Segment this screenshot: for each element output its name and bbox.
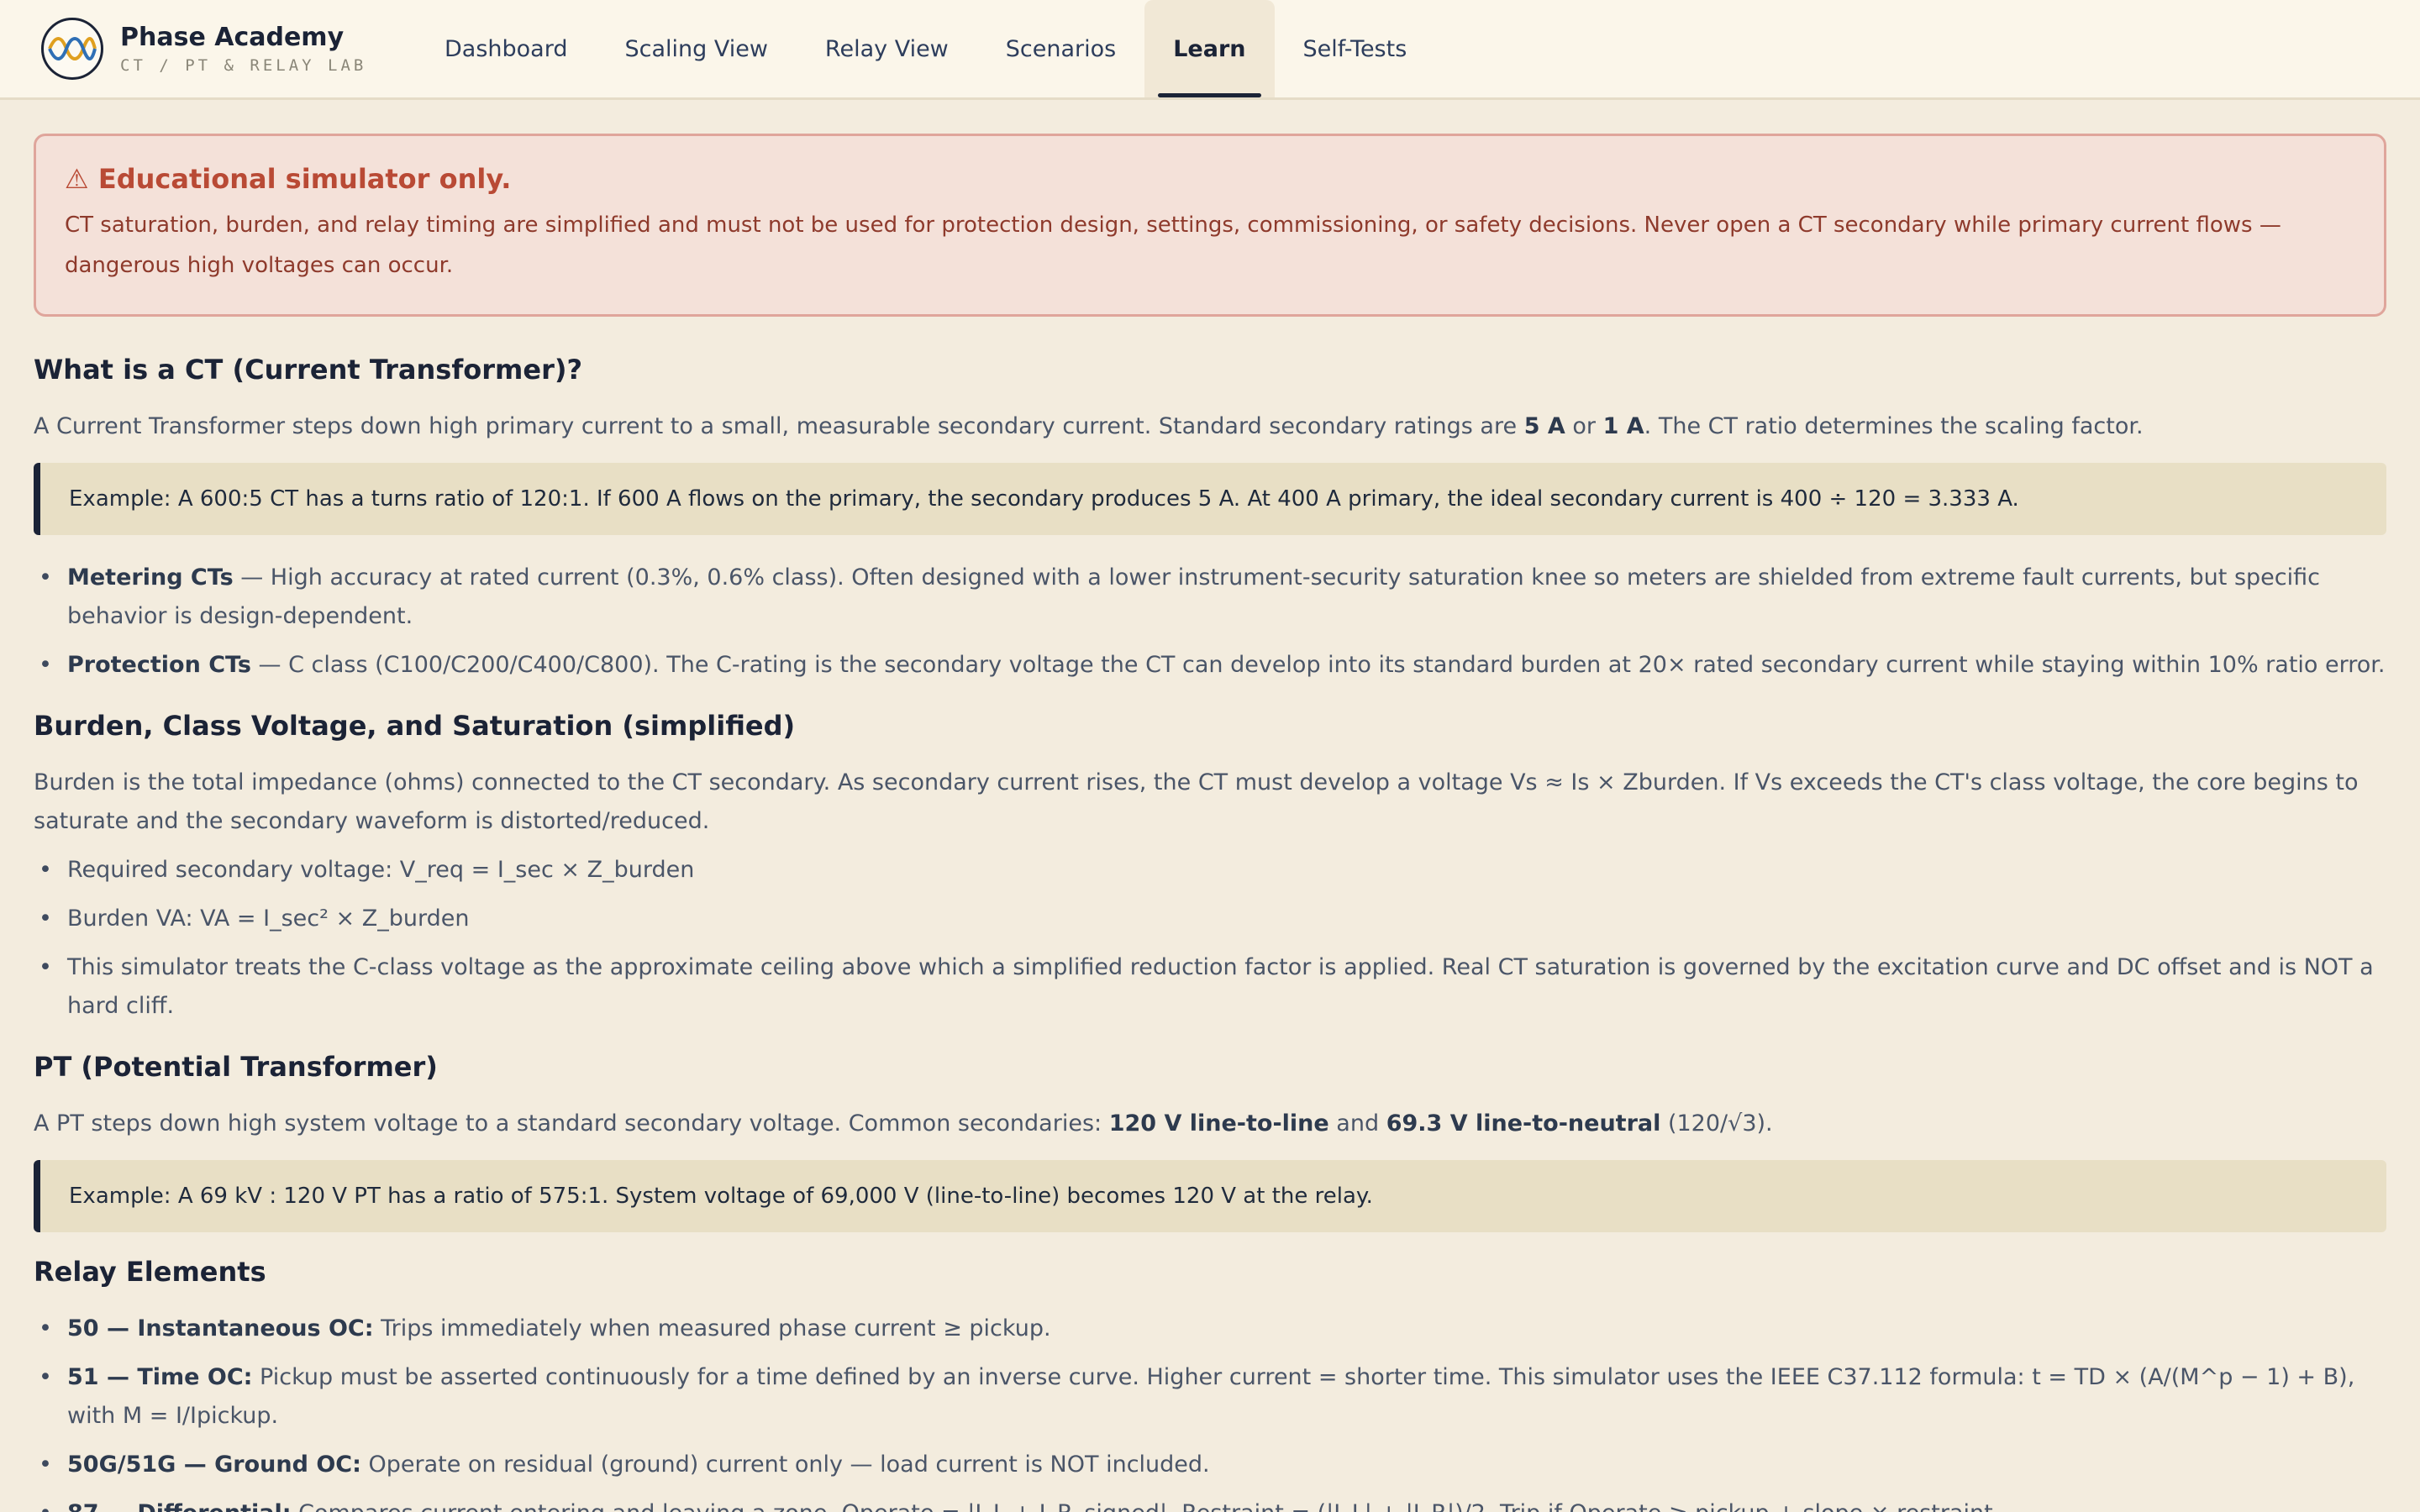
warning-text: CT saturation, burden, and relay timing …: [65, 213, 2281, 278]
relay-heading: Relay Elements: [34, 1256, 266, 1288]
list-item: Required secondary voltage: V_req = I_se…: [34, 851, 2386, 890]
list-item: 51 — Time OC: Pickup must be asserted co…: [34, 1358, 2386, 1436]
burden-heading: Burden, Class Voltage, and Saturation (s…: [34, 710, 796, 742]
brand-subtitle: CT / PT & RELAY LAB: [120, 56, 367, 75]
ct-section: What is a CT (Current Transformer)? A Cu…: [34, 354, 2386, 685]
list-item: This simulator treats the C-class voltag…: [34, 948, 2386, 1026]
pt-section: PT (Potential Transformer) A PT steps do…: [34, 1051, 2386, 1232]
list-item: Metering CTs — High accuracy at rated cu…: [34, 559, 2386, 636]
brand[interactable]: Phase Academy CT / PT & RELAY LAB: [41, 0, 416, 97]
ct-example: Example: A 600:5 CT has a turns ratio of…: [34, 463, 2386, 535]
list-item: Protection CTs — C class (C100/C200/C400…: [34, 646, 2386, 685]
safety-warning-banner: ⚠ Educational simulator only. CT saturat…: [34, 134, 2386, 317]
burden-section: Burden, Class Voltage, and Saturation (s…: [34, 710, 2386, 1026]
burden-intro: Burden is the total impedance (ohms) con…: [34, 769, 2359, 834]
tab-relay-view[interactable]: Relay View: [797, 0, 977, 97]
tab-scenarios[interactable]: Scenarios: [977, 0, 1144, 97]
relay-section: Relay Elements 50 — Instantaneous OC: Tr…: [34, 1256, 2386, 1512]
learn-content: ⚠ Educational simulator only. CT saturat…: [0, 100, 2420, 1512]
pt-heading: PT (Potential Transformer): [34, 1051, 438, 1083]
list-item: 87 — Differential: Compares current ente…: [34, 1494, 2386, 1512]
phase-wave-logo-icon: [41, 18, 103, 80]
tab-self-tests[interactable]: Self-Tests: [1275, 0, 1436, 97]
brand-name: Phase Academy: [120, 23, 345, 52]
tab-learn[interactable]: Learn: [1144, 0, 1275, 97]
relay-bullet-list: 50 — Instantaneous OC: Trips immediately…: [34, 1310, 2386, 1512]
ct-intro: A Current Transformer steps down high pr…: [34, 413, 2144, 439]
list-item: Burden VA: VA = I_sec² × Z_burden: [34, 900, 2386, 938]
ct-heading: What is a CT (Current Transformer)?: [34, 354, 583, 386]
pt-example: Example: A 69 kV : 120 V PT has a ratio …: [34, 1160, 2386, 1232]
main-nav: Dashboard Scaling View Relay View Scenar…: [416, 0, 1435, 97]
list-item: 50G/51G — Ground OC: Operate on residual…: [34, 1446, 2386, 1484]
tab-dashboard[interactable]: Dashboard: [416, 0, 596, 97]
pt-intro: A PT steps down high system voltage to a…: [34, 1110, 1773, 1137]
warning-title: ⚠ Educational simulator only.: [65, 163, 512, 195]
top-navbar: Phase Academy CT / PT & RELAY LAB Dashbo…: [0, 0, 2420, 100]
tab-scaling-view[interactable]: Scaling View: [596, 0, 796, 97]
ct-bullet-list: Metering CTs — High accuracy at rated cu…: [34, 559, 2386, 685]
list-item: 50 — Instantaneous OC: Trips immediately…: [34, 1310, 2386, 1348]
burden-bullet-list: Required secondary voltage: V_req = I_se…: [34, 851, 2386, 1026]
